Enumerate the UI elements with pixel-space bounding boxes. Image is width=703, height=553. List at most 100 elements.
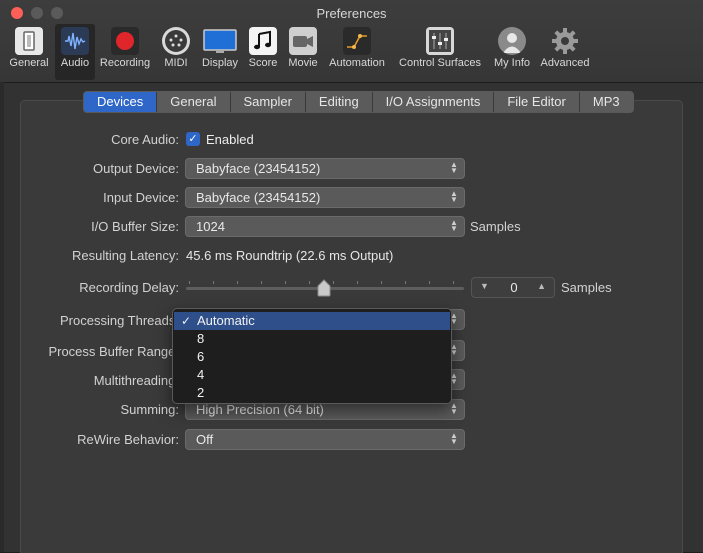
chevron-updown-icon: ▲ ▼ xyxy=(450,431,458,446)
io-buffer-size-unit: Samples xyxy=(470,219,521,234)
multithreading-label: Multithreading: xyxy=(93,373,179,388)
tab-general[interactable]: General xyxy=(157,92,231,112)
rewire-behavior-label: ReWire Behavior: xyxy=(77,432,179,447)
midi-connector-icon xyxy=(162,27,190,55)
toolbar-advanced[interactable]: Advanced xyxy=(538,24,592,80)
input-device-value: Babyface (23454152) xyxy=(196,190,321,205)
core-audio-label: Core Audio: xyxy=(111,132,179,147)
menu-item-label: 8 xyxy=(197,331,205,346)
slider-tick xyxy=(285,281,286,284)
slider-tick xyxy=(453,281,454,284)
record-icon xyxy=(111,27,139,55)
slider-tick xyxy=(357,281,358,284)
display-monitor-icon xyxy=(203,27,237,55)
slider-tick xyxy=(381,281,382,284)
core-audio-enabled-checkbox[interactable]: ✓ xyxy=(186,132,200,146)
toolbar-control-surfaces[interactable]: Control Surfaces xyxy=(394,24,486,80)
toolbar-score-label: Score xyxy=(248,57,278,69)
slider-tick xyxy=(309,281,310,284)
slider-tick xyxy=(333,281,334,284)
rewire-behavior-popup[interactable]: Off ▲ ▼ xyxy=(185,429,465,450)
slider-tick xyxy=(237,281,238,284)
io-buffer-size-label: I/O Buffer Size: xyxy=(91,219,179,234)
summing-label: Summing: xyxy=(120,402,179,417)
toolbar-midi[interactable]: MIDI xyxy=(159,24,193,80)
toolbar-general[interactable]: General xyxy=(6,24,52,80)
chevron-updown-icon: ▲ ▼ xyxy=(450,160,458,175)
slider-tick xyxy=(429,281,430,284)
toolbar-advanced-label: Advanced xyxy=(540,57,590,69)
io-buffer-size-popup[interactable]: 1024 ▲ ▼ xyxy=(185,216,465,237)
menu-item-label: 4 xyxy=(197,367,205,382)
toolbar-my-info-label: My Info xyxy=(493,57,531,69)
output-device-value: Babyface (23454152) xyxy=(196,161,321,176)
slider-tick xyxy=(405,281,406,284)
core-audio-enabled-label: Enabled xyxy=(206,132,254,147)
tab-editing[interactable]: Editing xyxy=(306,92,373,112)
menu-item-2[interactable]: 2 xyxy=(174,384,450,402)
recording-delay-stepper[interactable]: ▼ 0 ▲ xyxy=(471,277,555,298)
process-buffer-range-label: Process Buffer Range: xyxy=(48,344,179,359)
io-buffer-size-value: 1024 xyxy=(196,219,225,234)
recording-delay-unit: Samples xyxy=(561,280,612,295)
user-avatar-icon xyxy=(498,27,526,55)
toolbar-movie[interactable]: Movie xyxy=(285,24,321,80)
preferences-window: Preferences General Audio Recording MIDI xyxy=(0,0,703,553)
output-device-popup[interactable]: Babyface (23454152) ▲ ▼ xyxy=(185,158,465,179)
tab-bar: Devices General Sampler Editing I/O Assi… xyxy=(83,91,634,113)
toolbar-general-label: General xyxy=(9,57,49,69)
recording-delay-slider-knob[interactable] xyxy=(317,279,331,297)
menu-item-6[interactable]: 6 xyxy=(174,348,450,366)
menu-item-label: 6 xyxy=(197,349,205,364)
gear-icon xyxy=(551,27,579,55)
tab-sampler[interactable]: Sampler xyxy=(231,92,306,112)
input-device-label: Input Device: xyxy=(103,190,179,205)
menu-item-automatic[interactable]: ✓ Automatic xyxy=(174,312,450,330)
rewire-behavior-value: Off xyxy=(196,432,214,447)
window-title: Preferences xyxy=(316,6,387,21)
menu-item-label: 2 xyxy=(197,385,205,400)
menu-item-4[interactable]: 4 xyxy=(174,366,450,384)
window-edge xyxy=(0,82,4,552)
input-device-popup[interactable]: Babyface (23454152) ▲ ▼ xyxy=(185,187,465,208)
title-bar: Preferences General Audio Recording MIDI xyxy=(0,0,703,83)
recording-delay-label: Recording Delay: xyxy=(79,280,179,295)
movie-camera-icon xyxy=(289,27,317,55)
processing-threads-label: Processing Threads: xyxy=(60,313,179,328)
faders-icon xyxy=(426,27,454,55)
toolbar-audio[interactable]: Audio xyxy=(55,24,95,80)
chevron-updown-icon: ▲ ▼ xyxy=(450,401,458,416)
toolbar-automation[interactable]: Automation xyxy=(326,24,388,80)
toolbar-control-surfaces-label: Control Surfaces xyxy=(399,57,481,69)
audio-waveform-icon xyxy=(61,27,89,55)
automation-curve-icon xyxy=(343,27,371,55)
toolbar-score[interactable]: Score xyxy=(245,24,281,80)
output-device-label: Output Device: xyxy=(93,161,179,176)
tab-io-assignments[interactable]: I/O Assignments xyxy=(373,92,495,112)
tab-file-editor[interactable]: File Editor xyxy=(494,92,580,112)
chevron-updown-icon: ▲ ▼ xyxy=(450,218,458,233)
toolbar-movie-label: Movie xyxy=(288,57,318,69)
checkmark-icon: ✓ xyxy=(181,314,192,328)
toolbar-midi-label: MIDI xyxy=(164,57,188,69)
toolbar-audio-label: Audio xyxy=(60,57,90,69)
toolbar-my-info[interactable]: My Info xyxy=(490,24,534,80)
resulting-latency-value: 45.6 ms Roundtrip (22.6 ms Output) xyxy=(186,248,394,263)
summing-value: High Precision (64 bit) xyxy=(196,402,324,417)
toolbar-automation-label: Automation xyxy=(329,57,385,69)
music-note-icon xyxy=(249,27,277,55)
toolbar-recording[interactable]: Recording xyxy=(97,24,153,80)
slider-tick xyxy=(261,281,262,284)
toolbar-display[interactable]: Display xyxy=(199,24,241,80)
toolbar-recording-label: Recording xyxy=(99,57,151,69)
slider-tick xyxy=(213,281,214,284)
menu-item-label: Automatic xyxy=(197,313,255,328)
menu-item-8[interactable]: 8 xyxy=(174,330,450,348)
slider-tick xyxy=(189,281,190,284)
tab-mp3[interactable]: MP3 xyxy=(580,92,633,112)
tab-devices[interactable]: Devices xyxy=(84,92,158,112)
chevron-up-icon[interactable]: ▲ xyxy=(537,281,546,291)
processing-threads-menu: ✓ Automatic 8 6 4 2 xyxy=(172,308,452,404)
resulting-latency-label: Resulting Latency: xyxy=(72,248,179,263)
general-icon xyxy=(15,27,43,55)
